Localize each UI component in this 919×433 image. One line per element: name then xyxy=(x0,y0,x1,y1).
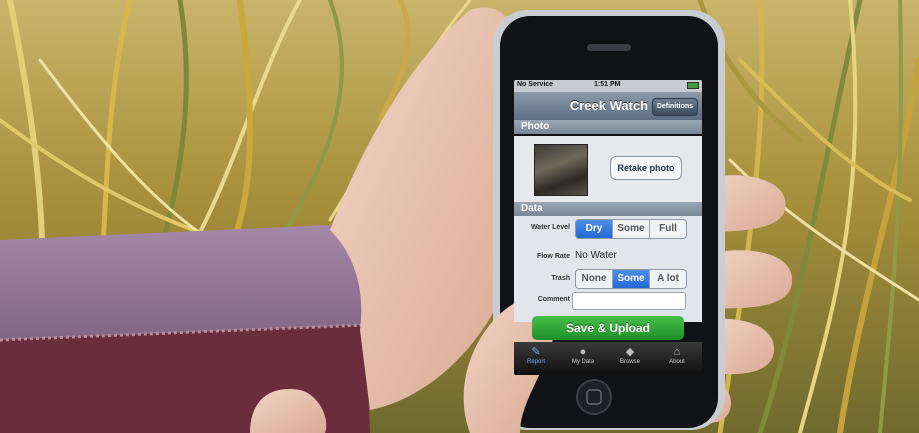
water-level-option-full[interactable]: Full xyxy=(650,220,686,238)
map-pin-icon: ◆ xyxy=(625,346,635,358)
flow-rate-value[interactable]: No Water xyxy=(575,250,617,261)
data-section: Water Level Dry Some Full Flow Rate No W… xyxy=(514,216,702,322)
water-level-label: Water Level xyxy=(530,224,570,231)
water-level-option-dry[interactable]: Dry xyxy=(576,220,613,238)
tab-my-data-label: My Data xyxy=(571,359,595,365)
photo-thumbnail[interactable] xyxy=(534,144,588,196)
trash-option-a-lot[interactable]: A lot xyxy=(650,270,686,288)
retake-photo-button[interactable]: Retake photo xyxy=(610,156,682,180)
photo-section: Retake photo xyxy=(514,136,702,202)
water-level-control: Dry Some Full xyxy=(575,219,687,239)
tab-browse-label: Browse xyxy=(619,359,640,365)
phone-screen: No Service 1:51 PM Creek Watch Definitio… xyxy=(514,80,702,375)
tab-about[interactable]: ⌂ About xyxy=(657,346,697,365)
battery-icon xyxy=(687,82,699,89)
flow-rate-label: Flow Rate xyxy=(536,253,570,260)
photo-scene: No Service 1:51 PM Creek Watch Definitio… xyxy=(0,0,919,433)
comment-field[interactable] xyxy=(572,292,686,310)
tab-report[interactable]: ✎ Report xyxy=(516,346,556,365)
background-photo xyxy=(0,0,919,433)
person-icon: ● xyxy=(579,346,587,358)
data-section-header: Data xyxy=(514,202,702,216)
trash-control: None Some A lot xyxy=(575,269,687,289)
navigation-bar: Creek Watch Definitions xyxy=(514,92,702,120)
house-icon: ⌂ xyxy=(673,346,681,358)
tab-report-label: Report xyxy=(526,359,545,365)
definitions-button[interactable]: Definitions xyxy=(651,98,698,116)
page-title: Creek Watch xyxy=(569,98,649,113)
save-upload-button[interactable]: Save & Upload xyxy=(532,316,684,340)
water-level-option-some[interactable]: Some xyxy=(613,220,650,238)
tab-bar: ✎ Report ● My Data ◆ Browse ⌂ About xyxy=(514,342,702,375)
pencil-icon: ✎ xyxy=(531,346,541,358)
trash-option-none[interactable]: None xyxy=(576,270,613,288)
photo-section-header: Photo xyxy=(514,120,702,134)
tab-my-data[interactable]: ● My Data xyxy=(563,346,603,365)
carrier-label: No Service xyxy=(517,81,554,88)
status-bar: No Service 1:51 PM xyxy=(514,80,702,92)
comment-label: Comment xyxy=(537,296,570,303)
trash-label: Trash xyxy=(551,275,570,282)
trash-option-some[interactable]: Some xyxy=(613,270,650,288)
tab-browse[interactable]: ◆ Browse xyxy=(610,346,650,365)
tab-about-label: About xyxy=(669,359,685,365)
clock-label: 1:51 PM xyxy=(594,81,621,88)
